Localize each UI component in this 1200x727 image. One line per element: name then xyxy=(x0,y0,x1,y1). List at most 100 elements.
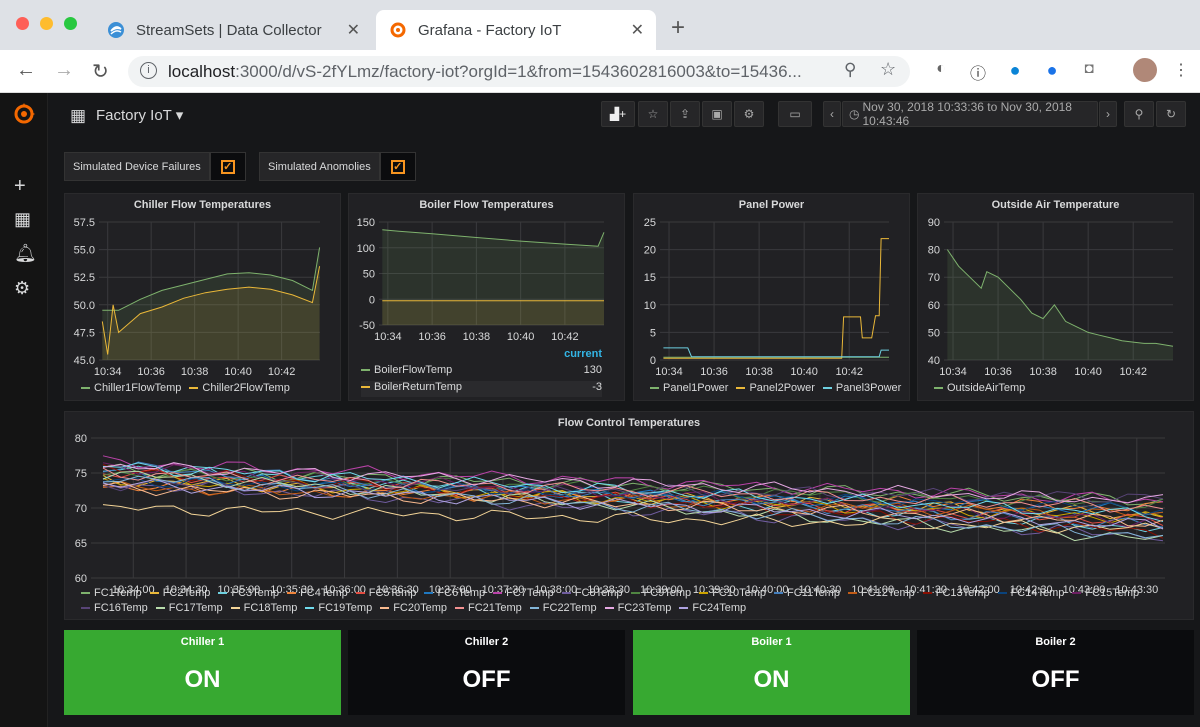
extension-ring-icon[interactable]: ● xyxy=(1004,60,1026,82)
legend-item[interactable]: FC12Temp xyxy=(847,586,915,601)
address-bar[interactable]: i localhost:3000/d/vS-2fYLmz/factory-iot… xyxy=(128,56,910,87)
y-tick-label: 57.5 xyxy=(74,217,95,229)
x-tick-label: 10:34 xyxy=(94,366,122,378)
grafana-logo-icon[interactable] xyxy=(11,101,37,127)
legend-item[interactable]: Chiller2FlowTemp xyxy=(189,382,290,394)
avatar[interactable] xyxy=(1133,58,1157,82)
legend-item[interactable]: OutsideAirTemp xyxy=(934,382,1025,394)
legend-item[interactable]: FC11Temp xyxy=(773,586,840,601)
legend-item[interactable]: FC4Temp xyxy=(287,586,348,601)
chart-legend: Chiller1FlowTemp Chiller2FlowTemp xyxy=(81,382,298,394)
legend-item[interactable]: FC19Temp xyxy=(305,601,372,616)
legend-item[interactable]: FC18Temp xyxy=(230,601,297,616)
zoom-out-icon[interactable]: ⚲ xyxy=(1124,101,1154,127)
legend-item[interactable]: Panel3Power xyxy=(822,382,901,394)
legend-item[interactable]: FC14Temp xyxy=(997,586,1064,601)
star-dashboard-icon[interactable]: ☆ xyxy=(638,101,668,127)
legend-item[interactable]: FC7Temp xyxy=(493,586,554,601)
camera-icon[interactable]: ◘ xyxy=(1078,60,1100,82)
time-back-icon[interactable]: ‹ xyxy=(823,101,841,127)
panel-flow-control[interactable]: Flow Control Temperatures 80 75 70 65 60 10:3… xyxy=(64,411,1194,620)
legend-item[interactable]: FC20Temp xyxy=(380,601,447,616)
legend-item[interactable]: FC10Temp xyxy=(699,586,766,601)
bookmark-star-icon[interactable]: ☆ xyxy=(880,59,896,80)
close-tab-icon[interactable]: ✕ xyxy=(347,20,360,40)
legend-item[interactable]: FC3Temp xyxy=(218,586,279,601)
stat-chiller-2[interactable]: Chiller 2 OFF xyxy=(348,630,625,715)
extension-bank-icon[interactable]: ● xyxy=(1041,60,1063,82)
close-window-button[interactable] xyxy=(16,17,29,30)
panel-panel-power[interactable]: Panel Power 25 20 15 10 5 0 10:34 10:36 10:38 10:… xyxy=(633,193,910,401)
x-tick-label: 10:42 xyxy=(268,366,296,378)
dashboards-grid-icon[interactable]: ▦ xyxy=(14,209,31,230)
stat-value: ON xyxy=(184,666,221,693)
close-tab-icon[interactable]: ✕ xyxy=(631,20,644,40)
stat-value: OFF xyxy=(1031,666,1080,693)
reload-icon[interactable]: ↻ xyxy=(92,59,109,84)
checkbox[interactable]: ✓ xyxy=(379,152,416,181)
legend-item[interactable]: FC13Temp xyxy=(922,586,990,601)
legend-name: FC9Temp xyxy=(643,587,692,599)
legend-item[interactable]: FC23Temp xyxy=(604,601,671,616)
series-line-Panel2Power xyxy=(663,238,889,359)
panel-boiler-flow[interactable]: Boiler Flow Temperatures 150 100 50 0 -50 10:… xyxy=(348,193,625,401)
forward-arrow-icon[interactable]: → xyxy=(54,59,74,82)
legend-swatch xyxy=(380,607,390,610)
checkbox[interactable]: ✓ xyxy=(209,152,246,181)
legend-item[interactable]: FC2Temp xyxy=(149,586,210,601)
y-tick-label: 75 xyxy=(75,468,87,480)
legend-item[interactable]: FC8Temp xyxy=(561,586,623,601)
legend-item[interactable]: FC9Temp xyxy=(630,586,692,601)
legend-item[interactable]: FC16Temp xyxy=(81,601,148,616)
browser-tab-grafana[interactable]: Grafana - Factory IoT ✕ xyxy=(376,10,656,50)
legend-item[interactable]: FC24Temp xyxy=(679,601,746,616)
legend-item[interactable]: FC22Temp xyxy=(529,601,597,616)
legend-swatch xyxy=(305,607,315,610)
legend-item[interactable]: FC1Temp xyxy=(81,586,142,601)
legend-item[interactable]: FC17Temp xyxy=(155,601,223,616)
legend-name: FC5Temp xyxy=(368,587,417,599)
legend-item[interactable]: FC5Temp xyxy=(355,586,417,601)
legend-item[interactable]: FC6Temp xyxy=(424,586,485,601)
alerting-bell-icon[interactable]: 🔔︎ xyxy=(14,243,37,264)
new-tab-button[interactable]: + xyxy=(671,14,685,42)
y-tick-label: 60 xyxy=(928,300,940,312)
back-arrow-icon[interactable]: ← xyxy=(16,59,36,82)
panel-outside-air[interactable]: Outside Air Temperature 90 80 70 60 50 40 10:3… xyxy=(917,193,1194,401)
password-manager-icon[interactable]: ⓘ xyxy=(967,60,989,83)
tv-mode-icon[interactable]: ▭ xyxy=(778,101,812,127)
legend-swatch xyxy=(361,386,370,389)
create-plus-icon[interactable]: + xyxy=(14,175,26,198)
legend-item[interactable]: Panel1Power xyxy=(650,382,728,394)
zoom-icon[interactable]: ⚲ xyxy=(844,60,856,80)
maximize-window-button[interactable] xyxy=(64,17,77,30)
panel-chiller-flow[interactable]: Chiller Flow Temperatures 57.5 55.0 52.5 50… xyxy=(64,193,341,401)
save-icon[interactable]: ▣ xyxy=(702,101,732,127)
legend-name: FC16Temp xyxy=(94,602,148,614)
legend-item[interactable]: Panel2Power xyxy=(736,382,815,394)
settings-gear-icon[interactable]: ⚙ xyxy=(734,101,764,127)
add-panel-icon[interactable]: ▟+ xyxy=(601,101,635,127)
time-forward-icon[interactable]: › xyxy=(1099,101,1117,127)
y-tick-label: 20 xyxy=(644,245,656,257)
legend-item[interactable]: FC21Temp xyxy=(454,601,522,616)
legend-swatch xyxy=(822,387,832,390)
share-icon[interactable]: ⇪ xyxy=(670,101,700,127)
refresh-icon[interactable]: ↻ xyxy=(1156,101,1186,127)
browser-tab-streamsets[interactable]: StreamSets | Data Collector ✕ xyxy=(100,10,372,50)
minimize-window-button[interactable] xyxy=(40,17,53,30)
stat-boiler-2[interactable]: Boiler 2 OFF xyxy=(917,630,1194,715)
extension-circle-icon[interactable]: ◐ xyxy=(930,60,952,82)
y-tick-label: 100 xyxy=(357,243,375,255)
configuration-gear-icon[interactable]: ⚙ xyxy=(14,278,30,299)
chrome-menu-icon[interactable]: ⋮ xyxy=(1170,60,1192,82)
stat-boiler-1[interactable]: Boiler 1 ON xyxy=(633,630,910,715)
time-range-picker[interactable]: ◷ Nov 30, 2018 10:33:36 to Nov 30, 2018 1… xyxy=(842,100,1098,128)
stat-chiller-1[interactable]: Chiller 1 ON xyxy=(64,630,341,715)
legend-item[interactable]: FC15Temp xyxy=(1072,586,1139,601)
dashboard-title[interactable]: Factory IoT ▾ xyxy=(96,106,183,124)
info-icon[interactable]: i xyxy=(140,62,157,79)
legend-item[interactable]: Chiller1FlowTemp xyxy=(81,382,181,394)
y-tick-label: 45.0 xyxy=(74,355,95,367)
side-menu: + ▦ 🔔︎ ⚙ xyxy=(0,93,48,727)
